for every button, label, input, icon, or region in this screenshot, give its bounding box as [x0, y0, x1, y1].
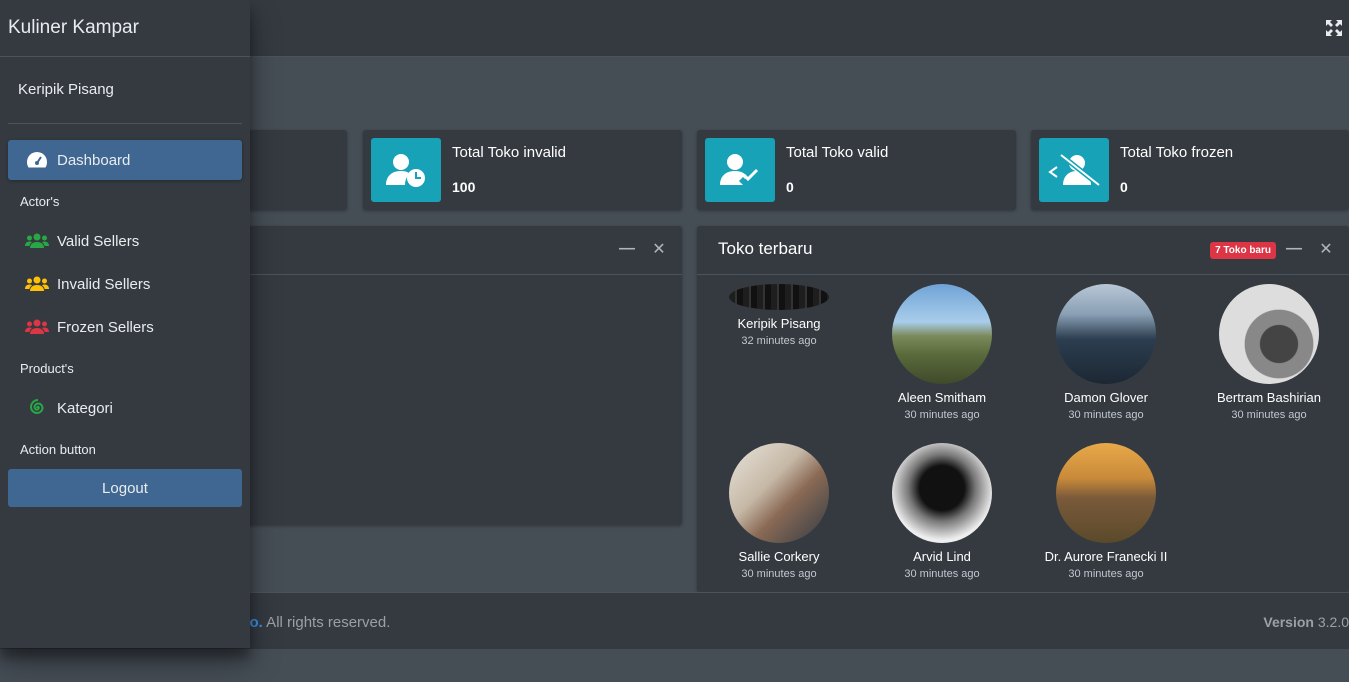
user-time: 30 minutes ago [904, 409, 980, 421]
info-box-label: Total Toko valid [786, 144, 889, 161]
user-name[interactable]: Dr. Aurore Franecki II [1036, 549, 1176, 564]
user-clock-icon [371, 138, 441, 202]
user-item[interactable]: Damon Glover 30 minutes ago [1036, 284, 1176, 421]
users-icon [25, 317, 49, 337]
user-time: 30 minutes ago [741, 568, 817, 580]
spiral-icon [25, 398, 49, 418]
user-name[interactable]: Arvid Lind [872, 549, 1012, 564]
tachometer-icon [25, 150, 49, 170]
sidebar-item-label: Invalid Sellers [57, 275, 151, 293]
user-item[interactable]: Bertram Bashirian 30 minutes ago [1199, 284, 1339, 421]
sidebar-item-label: Dashboard [57, 151, 131, 169]
sidebar-item-dashboard[interactable]: Dashboard [8, 140, 242, 180]
info-box-frozen: Total Toko frozen 0 [1031, 130, 1349, 210]
minimize-icon[interactable]: — [1285, 240, 1303, 258]
card-header: — ✕ [200, 226, 682, 275]
info-box-valid: Total Toko valid 0 [697, 130, 1016, 210]
user-item[interactable]: Keripik Pisang 32 minutes ago [709, 284, 849, 347]
sidebar-item-label: Kategori [57, 399, 113, 417]
latest-stores-card: Toko terbaru 7 Toko baru — ✕ Keripik Pis… [697, 226, 1349, 592]
user-slash-icon [1039, 138, 1109, 202]
user-item[interactable]: Aleen Smitham 30 minutes ago [872, 284, 1012, 421]
avatar [729, 443, 829, 543]
sidebar-item-valid-sellers[interactable]: Valid Sellers [8, 221, 242, 261]
nav-header-actors: Actor's [20, 194, 60, 209]
divider [0, 56, 250, 57]
user-time: 32 minutes ago [741, 335, 817, 347]
user-name[interactable]: Bertram Bashirian [1199, 390, 1339, 405]
user-item[interactable]: Arvid Lind 30 minutes ago [872, 443, 1012, 580]
sidebar-item-invalid-sellers[interactable]: Invalid Sellers [8, 264, 242, 304]
avatar [1056, 443, 1156, 543]
user-item[interactable]: Sallie Corkery 30 minutes ago [709, 443, 849, 580]
info-box-label: Total Toko invalid [452, 144, 566, 161]
sidebar-item-label: Frozen Sellers [57, 318, 154, 336]
close-icon[interactable]: ✕ [650, 240, 668, 258]
user-item[interactable]: Dr. Aurore Franecki II 30 minutes ago [1036, 443, 1176, 580]
avatar [1056, 284, 1156, 384]
sidebar: Kuliner Kampar Keripik Pisang Dashboard … [0, 0, 250, 648]
card-header: Toko terbaru 7 Toko baru — ✕ [697, 226, 1349, 275]
avatar [892, 284, 992, 384]
info-box-value: 0 [786, 179, 794, 195]
avatar [1219, 284, 1319, 384]
info-box-value: 100 [452, 179, 476, 195]
left-card: — ✕ [200, 226, 682, 525]
logout-button[interactable]: Logout [8, 469, 242, 507]
sidebar-item-frozen-sellers[interactable]: Frozen Sellers [8, 307, 242, 347]
divider [8, 123, 242, 124]
new-stores-badge: 7 Toko baru [1210, 242, 1276, 259]
user-time: 30 minutes ago [904, 568, 980, 580]
minimize-icon[interactable]: — [618, 240, 636, 258]
sidebar-item-kategori[interactable]: Kategori [8, 388, 242, 428]
user-time: 30 minutes ago [1231, 409, 1307, 421]
avatar [892, 443, 992, 543]
user-time: 30 minutes ago [1068, 568, 1144, 580]
close-icon[interactable]: ✕ [1317, 240, 1335, 258]
nav-header-action: Action button [20, 442, 96, 457]
user-panel-name[interactable]: Keripik Pisang [18, 81, 114, 98]
card-title: Toko terbaru [718, 239, 813, 258]
user-name[interactable]: Aleen Smitham [872, 390, 1012, 405]
version-number: 3.2.0 [1317, 614, 1349, 630]
user-name[interactable]: Damon Glover [1036, 390, 1176, 405]
info-box-invalid: Total Toko invalid 100 [363, 130, 682, 210]
sidebar-item-label: Valid Sellers [57, 232, 140, 250]
info-box-value: 0 [1120, 179, 1128, 195]
user-name[interactable]: Sallie Corkery [709, 549, 849, 564]
user-check-icon [705, 138, 775, 202]
footer-rights: All rights reserved. [262, 614, 391, 631]
user-name[interactable]: Keripik Pisang [709, 316, 849, 331]
fullscreen-icon[interactable] [1326, 20, 1342, 36]
user-time: 30 minutes ago [1068, 409, 1144, 421]
info-box-label: Total Toko frozen [1120, 144, 1234, 161]
footer-version: Version 3.2.0 [1263, 614, 1349, 630]
nav-header-products: Product's [20, 361, 74, 376]
users-icon [25, 274, 49, 294]
brand-title[interactable]: Kuliner Kampar [8, 17, 139, 39]
version-label: Version [1263, 614, 1314, 630]
avatar [729, 284, 829, 310]
users-icon [25, 231, 49, 251]
